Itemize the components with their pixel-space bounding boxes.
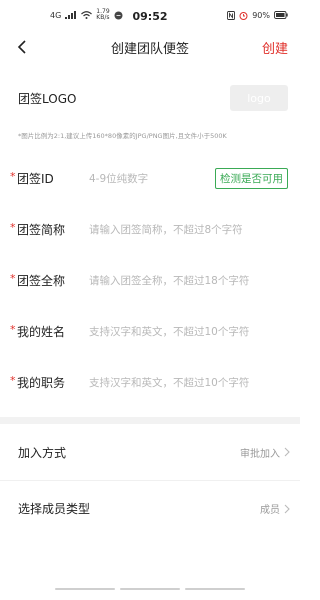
- logo-upload-button[interactable]: logo: [230, 85, 288, 111]
- field-row-full-name: * 团签全称: [0, 255, 300, 306]
- short-name-input[interactable]: [89, 223, 288, 236]
- option-value: 成员: [260, 505, 280, 516]
- join-method-row[interactable]: 加入方式 审批加入: [0, 424, 300, 480]
- field-label: 我的职务: [17, 376, 66, 390]
- my-name-input[interactable]: [89, 325, 288, 338]
- field-row-short-name: * 团签简称: [0, 204, 300, 255]
- my-title-input[interactable]: [89, 376, 288, 389]
- required-mark: *: [10, 221, 16, 234]
- option-right: 成员: [260, 501, 290, 516]
- field-label: 团签ID: [17, 172, 54, 186]
- team-id-input[interactable]: [89, 172, 215, 185]
- field-row-my-title: * 我的职务: [0, 357, 300, 408]
- required-mark: *: [10, 170, 16, 183]
- logo-hint: *图片比例为2:1,建议上传160*80像素的JPG/PNG图片,且文件小于50…: [18, 132, 227, 140]
- section-divider: [0, 417, 300, 424]
- required-mark: *: [10, 374, 16, 387]
- nav-bar: 创建团队便签 创建: [0, 30, 300, 64]
- check-availability-button[interactable]: 检测是否可用: [215, 168, 288, 189]
- field-row-team-id: * 团签ID 检测是否可用: [0, 153, 300, 204]
- chevron-right-icon: [284, 447, 290, 457]
- create-button[interactable]: 创建: [262, 38, 288, 57]
- option-right: 审批加入: [240, 445, 290, 460]
- gesture-segment: [55, 588, 115, 590]
- full-name-input[interactable]: [89, 274, 288, 287]
- field-label: 团签全称: [17, 274, 66, 288]
- field-label: 团签简称: [17, 223, 66, 237]
- status-time: 09:52: [132, 10, 168, 23]
- logo-row: 团签LOGO logo: [0, 68, 300, 128]
- logo-label: 团签LOGO: [18, 91, 77, 106]
- gesture-segment: [185, 588, 245, 590]
- member-type-row[interactable]: 选择成员类型 成员: [0, 480, 300, 536]
- option-label: 选择成员类型: [18, 502, 91, 516]
- field-row-my-name: * 我的姓名: [0, 306, 300, 357]
- gesture-bar: [0, 588, 300, 590]
- option-label: 加入方式: [18, 445, 67, 460]
- chevron-right-icon: [284, 504, 290, 513]
- gesture-segment: [120, 588, 180, 590]
- option-value: 审批加入: [240, 448, 280, 460]
- required-mark: *: [10, 272, 16, 285]
- status-bar: 4G 1.79 KB/s 09:52 90%: [0, 0, 300, 30]
- back-button[interactable]: [12, 37, 32, 57]
- field-label: 我的姓名: [17, 325, 66, 339]
- chevron-left-icon: [17, 40, 26, 54]
- required-mark: *: [10, 323, 16, 336]
- page-title: 创建团队便签: [110, 41, 189, 57]
